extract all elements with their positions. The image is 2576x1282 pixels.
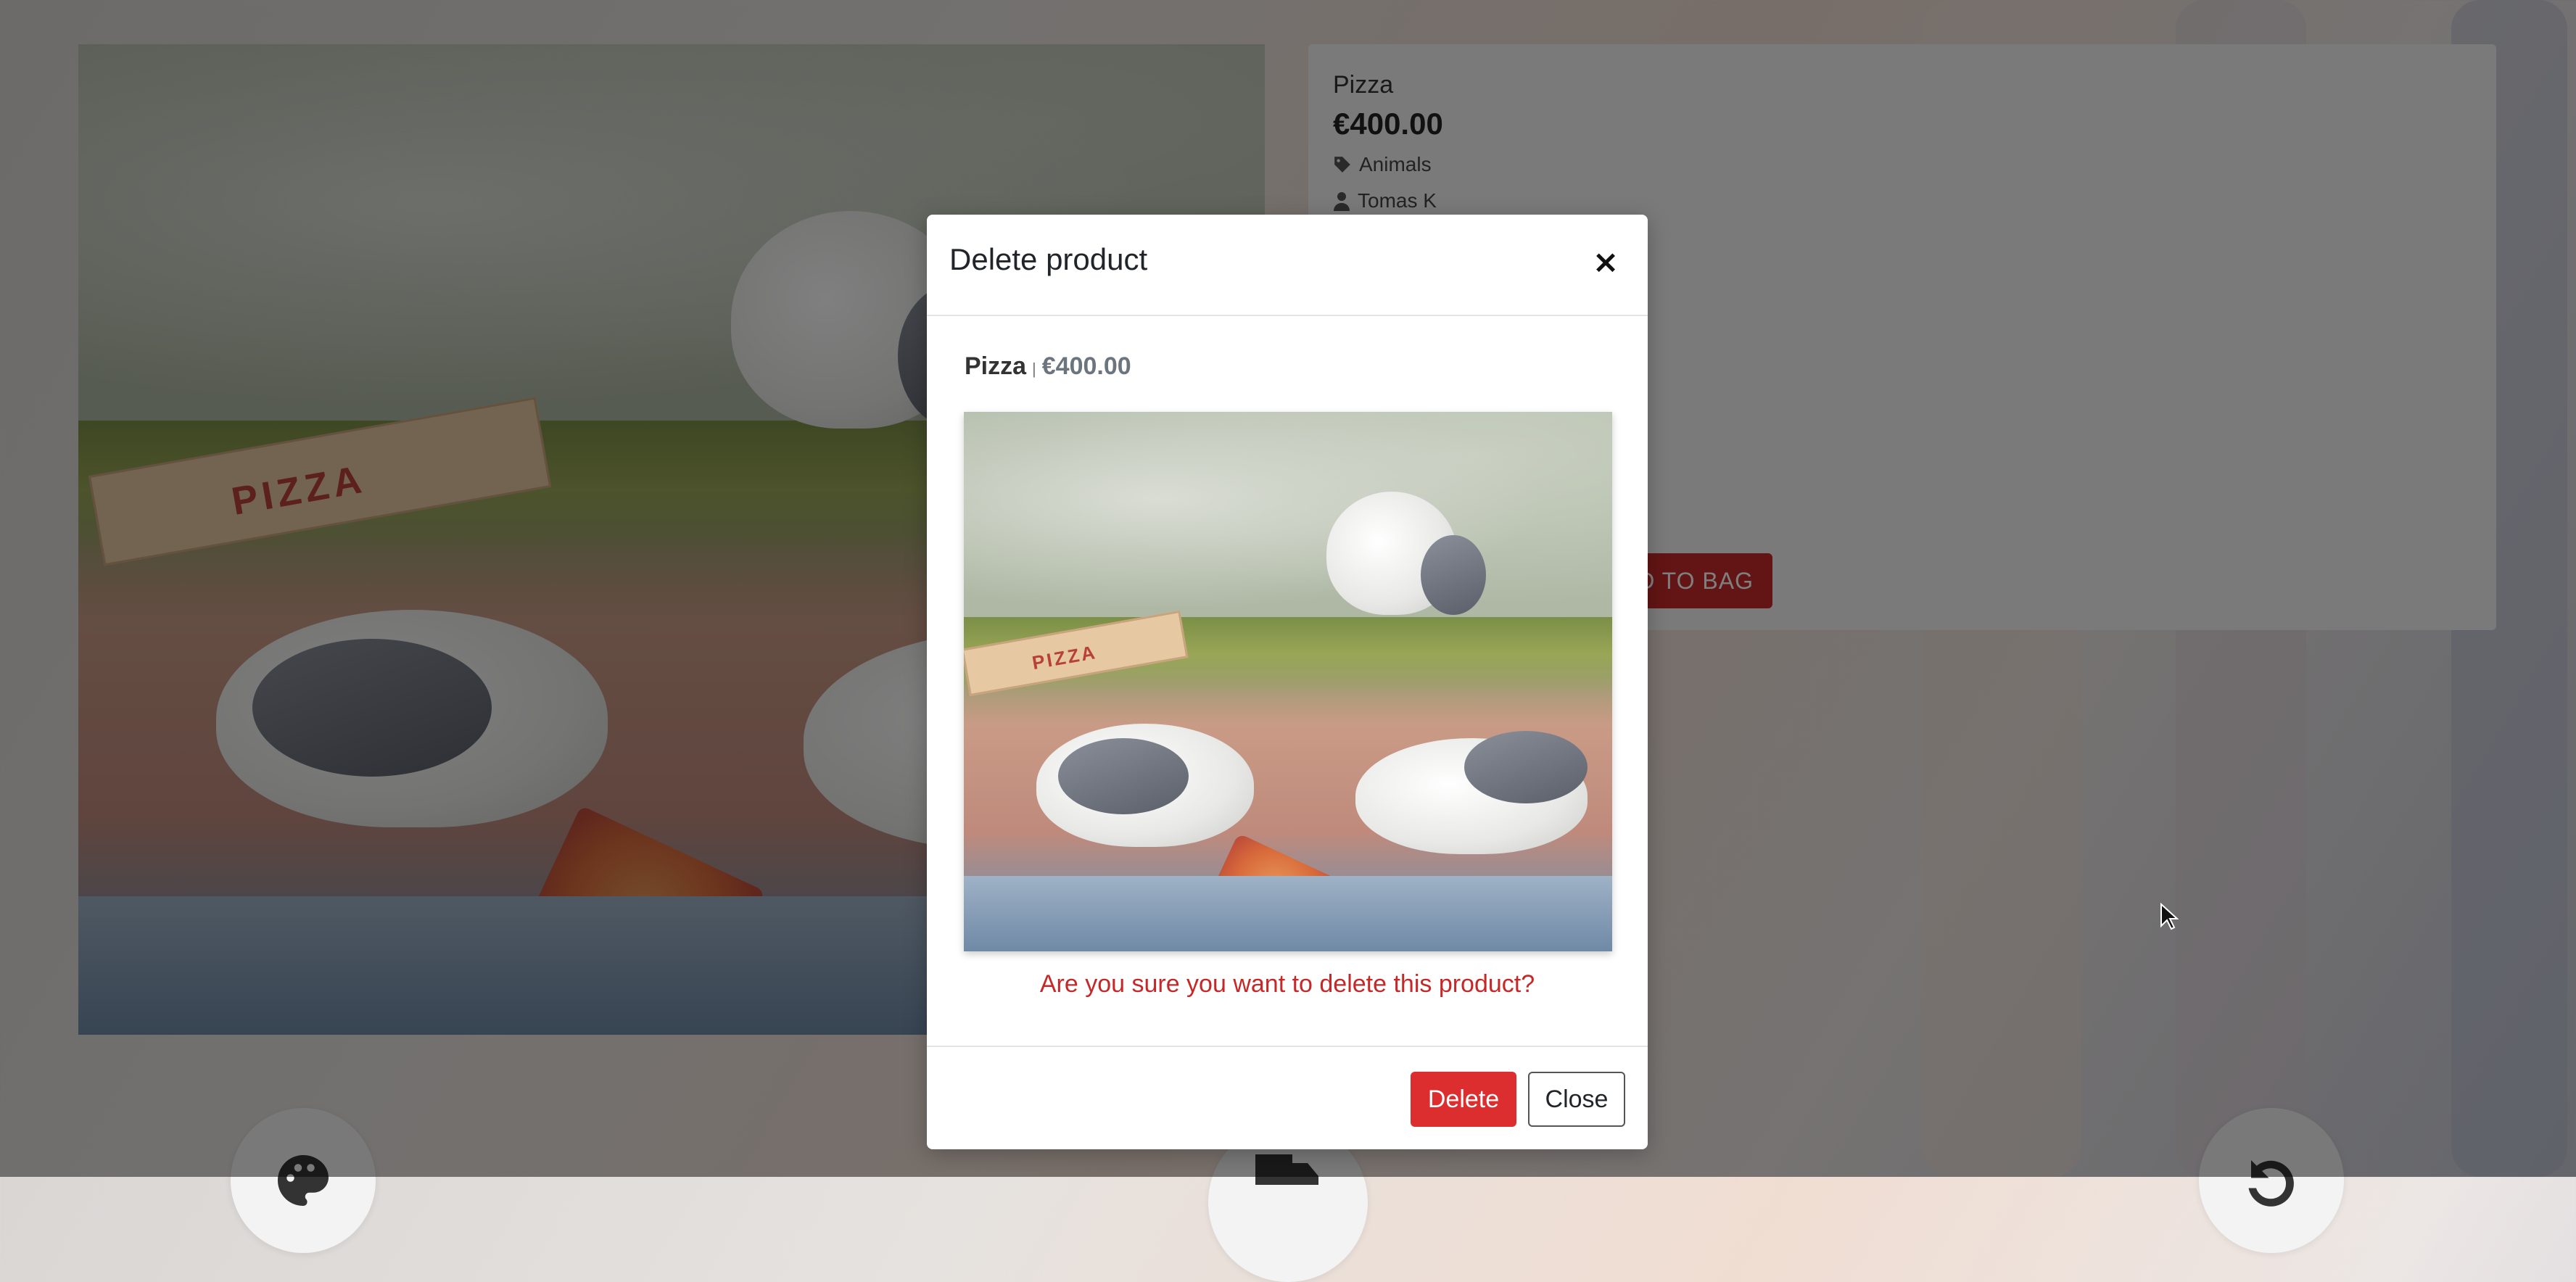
- mouse-cursor-icon: [2160, 903, 2179, 930]
- delete-confirmation-message: Are you sure you want to delete this pro…: [1039, 970, 1535, 998]
- pizza-box-text: PIZZA: [1030, 640, 1099, 674]
- painting-gull-wing: [1421, 535, 1486, 615]
- modal-product-summary: Pizza | €400.00: [965, 352, 1131, 381]
- modal-product-image: PIZZA: [964, 412, 1612, 951]
- close-icon[interactable]: ×: [1590, 247, 1622, 278]
- modal-separator: |: [1032, 360, 1036, 378]
- modal-header: Delete product ×: [927, 215, 1648, 316]
- delete-product-modal: Delete product × Pizza | €400.00 PIZZA Are…: [927, 215, 1648, 1149]
- painting-gull-wing: [1464, 731, 1588, 803]
- modal-title: Delete product: [949, 242, 1148, 276]
- painting-gull-wing: [1058, 738, 1189, 814]
- painting-sky: [964, 412, 1612, 628]
- modal-product-name: Pizza: [965, 352, 1027, 380]
- delete-button[interactable]: Delete: [1411, 1072, 1516, 1127]
- painting-water: [964, 875, 1612, 951]
- close-button[interactable]: Close: [1528, 1072, 1625, 1127]
- modal-footer: Delete Close: [927, 1046, 1648, 1151]
- modal-product-price: €400.00: [1041, 352, 1131, 380]
